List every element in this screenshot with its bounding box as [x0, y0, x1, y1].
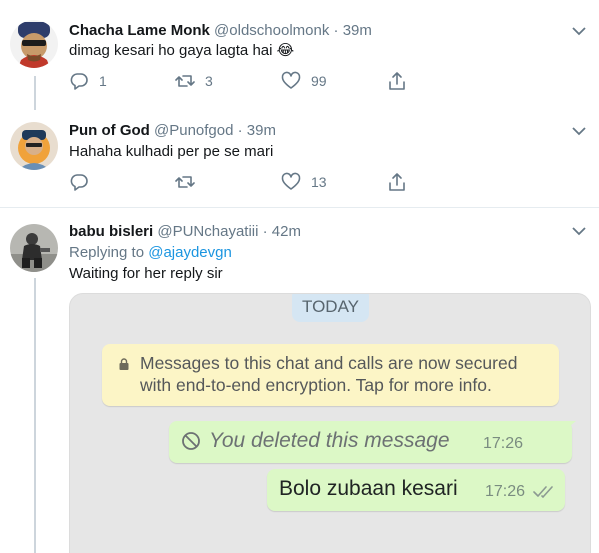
lock-icon — [119, 358, 129, 370]
like-count: 99 — [311, 73, 327, 89]
date-chip: TODAY — [292, 294, 369, 322]
retweet-button[interactable] — [175, 172, 205, 192]
tweet-text: Waiting for her reply sir — [69, 265, 223, 282]
encryption-notice-line1: Messages to this chat and calls are now … — [140, 353, 518, 373]
separator-dot: · — [237, 122, 243, 139]
like-button[interactable]: 13 — [281, 172, 327, 192]
deleted-message-text: You deleted this message — [209, 429, 450, 452]
timestamp[interactable]: 39m — [247, 122, 276, 139]
chevron-down-icon[interactable] — [571, 26, 587, 36]
deleted-message-bubble: You deleted this message 17:26 — [169, 421, 572, 463]
like-button[interactable]: 99 — [281, 71, 327, 91]
timestamp[interactable]: 39m — [343, 22, 372, 39]
encryption-notice: Messages to this chat and calls are now … — [102, 344, 559, 406]
tweet-text: Hahaha kulhadi per pe se mari — [69, 143, 274, 160]
user-handle[interactable]: @oldschoolmonk — [214, 22, 329, 39]
tweet-1[interactable]: Chacha Lame Monk @oldschoolmonk · 39m di… — [0, 0, 599, 105]
heart-icon — [281, 71, 301, 89]
share-button[interactable] — [387, 172, 407, 192]
tweet-2[interactable]: Pun of God @Punofgod · 39m Hahaha kulhad… — [0, 105, 599, 208]
reply-icon — [70, 73, 88, 90]
reply-button[interactable] — [69, 172, 99, 192]
separator-dot: · — [262, 223, 268, 240]
avatar[interactable] — [10, 224, 58, 272]
chevron-down-icon[interactable] — [571, 226, 587, 236]
display-name[interactable]: Chacha Lame Monk — [69, 22, 210, 39]
user-handle[interactable]: @PUNchayatiii — [157, 223, 258, 240]
message-bubble: Bolo zubaan kesari 17:26 — [267, 469, 565, 511]
message-time: 17:26 — [483, 435, 524, 452]
reply-icon — [70, 174, 88, 191]
replying-to-line: Replying to @ajaydevgn — [69, 243, 232, 263]
display-name[interactable]: babu bisleri — [69, 223, 153, 240]
double-check-icon — [533, 486, 553, 498]
share-button[interactable] — [387, 71, 407, 91]
avatar[interactable] — [10, 122, 58, 170]
separator-dot: · — [333, 22, 339, 39]
retweet-icon — [175, 75, 195, 87]
message-text: Bolo zubaan kesari — [279, 477, 458, 500]
heart-icon — [281, 172, 301, 190]
retweet-icon — [175, 176, 195, 188]
reply-count: 1 — [99, 73, 107, 89]
chevron-down-icon[interactable] — [571, 126, 587, 136]
like-count: 13 — [311, 174, 327, 190]
tweet-actions: 13 — [69, 172, 409, 192]
retweet-button[interactable]: 3 — [175, 71, 213, 91]
attached-image[interactable]: TODAY Messages to this chat and calls ar… — [69, 293, 591, 553]
message-time: 17:26 — [485, 483, 526, 500]
mention-link[interactable]: @ajaydevgn — [148, 244, 232, 261]
retweet-count: 3 — [205, 73, 213, 89]
timestamp[interactable]: 42m — [272, 223, 301, 240]
tweet-actions: 1 3 99 — [69, 71, 409, 91]
avatar[interactable] — [10, 20, 58, 68]
ban-icon — [182, 432, 200, 450]
user-handle[interactable]: @Punofgod — [154, 122, 233, 139]
share-icon — [389, 173, 405, 191]
share-icon — [389, 72, 405, 90]
tweet-header: Pun of God @Punofgod · 39m — [69, 121, 276, 141]
encryption-notice-line2: with end-to-end encryption. Tap for more… — [140, 375, 492, 395]
display-name[interactable]: Pun of God — [69, 122, 150, 139]
tweet-header: babu bisleri @PUNchayatiii · 42m — [69, 222, 301, 242]
replying-to-prefix: Replying to — [69, 244, 149, 261]
tweet-text: dimag kesari ho gaya lagta hai 😂 — [69, 42, 295, 59]
tweet-header: Chacha Lame Monk @oldschoolmonk · 39m — [69, 21, 372, 41]
reply-button[interactable]: 1 — [69, 71, 107, 91]
